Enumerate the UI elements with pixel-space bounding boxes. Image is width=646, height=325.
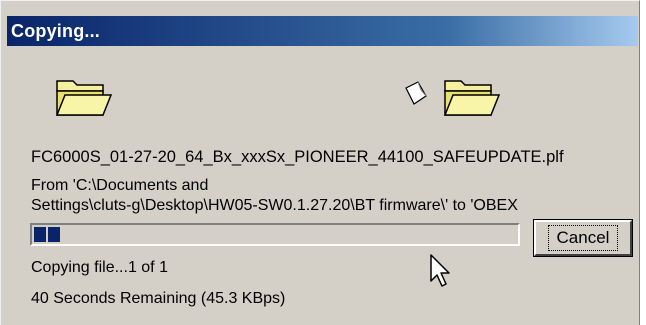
folder-icon [55,80,113,116]
source-path-line2: Settings\cluts-g\Desktop\HW05-SW0.1.27.2… [31,197,518,214]
progress-bar [30,223,520,246]
title-bar[interactable]: Copying... [7,16,638,46]
file-name-label: FC6000S_01-27-20_64_Bx_xxxSx_PIONEER_441… [31,148,564,166]
flying-paper-icon [405,81,427,105]
progress-fill [34,227,60,242]
copy-status-text: Copying file...1 of 1 [31,259,168,276]
time-remaining-text: 40 Seconds Remaining (45.3 KBps) [31,290,286,307]
progress-block [48,227,60,242]
mouse-pointer-icon [430,254,450,287]
cancel-button[interactable]: Cancel [533,219,633,257]
source-path-line1: From 'C:\Documents and [31,177,209,194]
window-title: Copying... [11,20,100,41]
progress-block [34,227,46,242]
cancel-button-label: Cancel [547,225,619,251]
folder-icon [443,80,501,116]
copy-dialog-window: Copying... FC6000S_01-27-20_64_Bx_xxxSx_… [0,0,640,325]
